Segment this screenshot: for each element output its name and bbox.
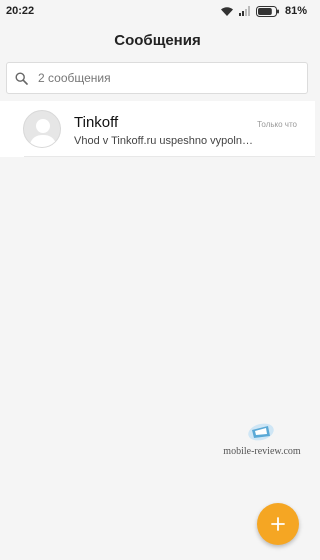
conversation-item[interactable]: Tinkoff Только что Vhod v Tinkoff.ru usp… — [0, 101, 315, 157]
watermark-text: mobile-review.com — [223, 446, 301, 457]
signal-icon — [238, 6, 250, 16]
status-time: 20:22 — [6, 5, 35, 17]
page-title: Сообщения — [114, 31, 201, 49]
plus-icon — [271, 517, 285, 531]
battery-icon — [255, 5, 279, 17]
battery-percent: 81% — [284, 5, 307, 17]
row-divider — [24, 156, 315, 157]
new-message-button[interactable] — [257, 503, 299, 545]
search-bar[interactable]: 2 сообщения — [6, 62, 308, 94]
conversation-snippet: Vhod v Tinkoff.ru uspeshno vypoln… — [74, 135, 253, 147]
conversation-name: Tinkoff — [74, 114, 119, 131]
wifi-icon — [220, 6, 233, 16]
status-bar: 20:22 81% — [0, 0, 315, 22]
search-placeholder: 2 сообщения — [38, 71, 111, 85]
watermark-logo — [248, 423, 274, 441]
search-icon — [15, 71, 28, 85]
conversation-time: Только что — [257, 120, 297, 129]
contact-avatar — [23, 110, 61, 148]
status-icons: 81% — [220, 5, 307, 17]
person-icon — [29, 119, 57, 147]
conversation-list: Tinkoff Только что Vhod v Tinkoff.ru usp… — [0, 101, 315, 157]
